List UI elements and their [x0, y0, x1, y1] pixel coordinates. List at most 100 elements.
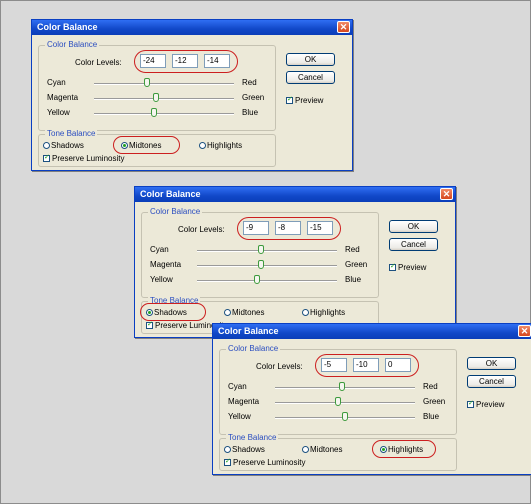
tone-balance-group: Tone Balance Shadows Midtones Highlights… [219, 433, 457, 471]
slider-label-red: Red [242, 78, 257, 87]
cyan-red-slider-thumb[interactable] [338, 382, 345, 391]
dialog-title: Color Balance [37, 22, 98, 32]
radio-button-icon[interactable] [224, 309, 231, 316]
tone-radio-shadows[interactable]: Shadows [224, 445, 265, 454]
yellow-blue-slider-track[interactable] [94, 108, 234, 117]
ok-button[interactable]: OK [467, 357, 516, 370]
cyan-red-slider-track[interactable] [275, 382, 415, 391]
color-levels-label: Color Levels: [75, 58, 122, 67]
radio-button-icon[interactable] [224, 446, 231, 453]
cancel-button[interactable]: Cancel [286, 71, 335, 84]
radio-button-icon[interactable] [43, 142, 50, 149]
slider-label-magenta: Magenta [47, 93, 79, 102]
preview-checkbox[interactable]: Preview [467, 399, 505, 409]
tone-label-shadows: Shadows [51, 141, 84, 150]
cancel-button[interactable]: Cancel [389, 238, 438, 251]
dialog-titlebar[interactable]: Color Balance ✕ [213, 324, 531, 339]
checkbox-icon[interactable] [467, 399, 474, 408]
checkbox-icon[interactable] [389, 262, 396, 271]
magenta-green-slider-thumb[interactable] [335, 397, 341, 406]
highlight-circle-tone [372, 440, 436, 458]
color-balance-group: Color Balance Color Levels: -24 -12 -14 … [38, 40, 276, 131]
slider-label-cyan: Cyan [150, 245, 169, 254]
cyan-red-slider-thumb[interactable] [144, 78, 151, 87]
color-balance-group: Color Balance Color Levels: -5 -10 0 Cya… [219, 344, 457, 435]
tone-balance-group: Tone Balance Shadows Midtones Highlights… [38, 129, 276, 167]
dialog-title: Color Balance [218, 326, 279, 336]
color-levels-label: Color Levels: [178, 225, 225, 234]
color-balance-group-label: Color Balance [148, 207, 203, 216]
slider-label-yellow: Yellow [47, 108, 70, 117]
slider-label-green: Green [345, 260, 368, 269]
slider-label-cyan: Cyan [47, 78, 66, 87]
yellow-blue-slider-thumb[interactable] [151, 108, 158, 117]
preserve-luminosity-checkbox[interactable]: Preserve Luminosity [224, 457, 306, 467]
close-icon[interactable]: ✕ [518, 325, 531, 337]
slider-label-magenta: Magenta [228, 397, 260, 406]
yellow-blue-slider-thumb[interactable] [253, 275, 260, 284]
radio-button-icon[interactable] [302, 309, 309, 316]
slider-label-magenta: Magenta [150, 260, 182, 269]
color-balance-dialog-midtones: Color Balance ✕ Color Balance Color Leve… [31, 19, 353, 171]
tone-radio-highlights[interactable]: Highlights [199, 141, 242, 150]
slider-label-blue: Blue [242, 108, 259, 117]
close-icon[interactable]: ✕ [337, 21, 350, 33]
preserve-luminosity-checkbox[interactable]: Preserve Luminosity [43, 153, 125, 163]
checkbox-icon[interactable] [224, 457, 231, 466]
highlight-circle-levels [315, 354, 419, 377]
cyan-red-slider-track[interactable] [197, 245, 337, 254]
tone-label-highlights: Highlights [310, 308, 346, 317]
preview-checkbox[interactable]: Preview [286, 95, 323, 105]
tone-label-highlights: Highlights [207, 141, 243, 150]
tone-radio-midtones[interactable]: Midtones [302, 445, 342, 454]
tone-balance-group-label: Tone Balance [226, 433, 279, 442]
ok-button[interactable]: OK [286, 53, 335, 66]
slider-label-red: Red [423, 382, 438, 391]
yellow-blue-slider-track[interactable] [197, 275, 337, 284]
tone-balance-group-label: Tone Balance [45, 129, 98, 138]
slider-label-yellow: Yellow [150, 275, 173, 284]
tone-radio-highlights[interactable]: Highlights [302, 308, 345, 317]
magenta-green-slider-track[interactable] [275, 397, 415, 406]
preview-label: Preview [476, 400, 505, 409]
cancel-button[interactable]: Cancel [467, 375, 516, 388]
preview-label: Preview [398, 263, 427, 272]
slider-label-blue: Blue [423, 412, 440, 421]
color-levels-label: Color Levels: [256, 362, 303, 371]
checkbox-icon[interactable] [43, 153, 50, 162]
magenta-green-slider-track[interactable] [197, 260, 337, 269]
checkbox-icon[interactable] [146, 320, 153, 329]
cyan-red-slider-thumb[interactable] [257, 245, 264, 254]
highlight-circle-levels [237, 217, 341, 240]
highlight-circle-tone [113, 136, 180, 154]
magenta-green-slider-track[interactable] [94, 93, 234, 102]
color-balance-group-label: Color Balance [45, 40, 100, 49]
preserve-luminosity-label: Preserve Luminosity [52, 154, 125, 163]
slider-label-blue: Blue [345, 275, 362, 284]
tone-radio-shadows[interactable]: Shadows [43, 141, 84, 150]
preserve-luminosity-label: Preserve Luminosity [233, 458, 306, 467]
radio-button-icon[interactable] [199, 142, 206, 149]
tone-label-midtones: Midtones [232, 308, 265, 317]
ok-button[interactable]: OK [389, 220, 438, 233]
dialog-titlebar[interactable]: Color Balance ✕ [135, 187, 455, 202]
radio-button-icon[interactable] [302, 446, 309, 453]
screenshot-canvas: Color Balance ✕ Color Balance Color Leve… [0, 0, 531, 504]
checkbox-icon[interactable] [286, 95, 293, 104]
cyan-red-slider-track[interactable] [94, 78, 234, 87]
color-balance-group: Color Balance Color Levels: -9 -8 -15 Cy… [141, 207, 379, 298]
slider-label-cyan: Cyan [228, 382, 247, 391]
close-icon[interactable]: ✕ [440, 188, 453, 200]
yellow-blue-slider-track[interactable] [275, 412, 415, 421]
yellow-blue-slider-thumb[interactable] [342, 412, 348, 421]
highlight-circle-levels [134, 50, 238, 73]
dialog-title: Color Balance [140, 189, 201, 199]
magenta-green-slider-thumb[interactable] [152, 93, 159, 102]
tone-radio-midtones[interactable]: Midtones [224, 308, 264, 317]
slider-label-red: Red [345, 245, 360, 254]
color-balance-dialog-highlights: Color Balance ✕ Color Balance Color Leve… [212, 323, 531, 475]
dialog-titlebar[interactable]: Color Balance ✕ [32, 20, 352, 35]
magenta-green-slider-thumb[interactable] [258, 260, 265, 269]
color-balance-group-label: Color Balance [226, 344, 281, 353]
preview-checkbox[interactable]: Preview [389, 262, 427, 272]
